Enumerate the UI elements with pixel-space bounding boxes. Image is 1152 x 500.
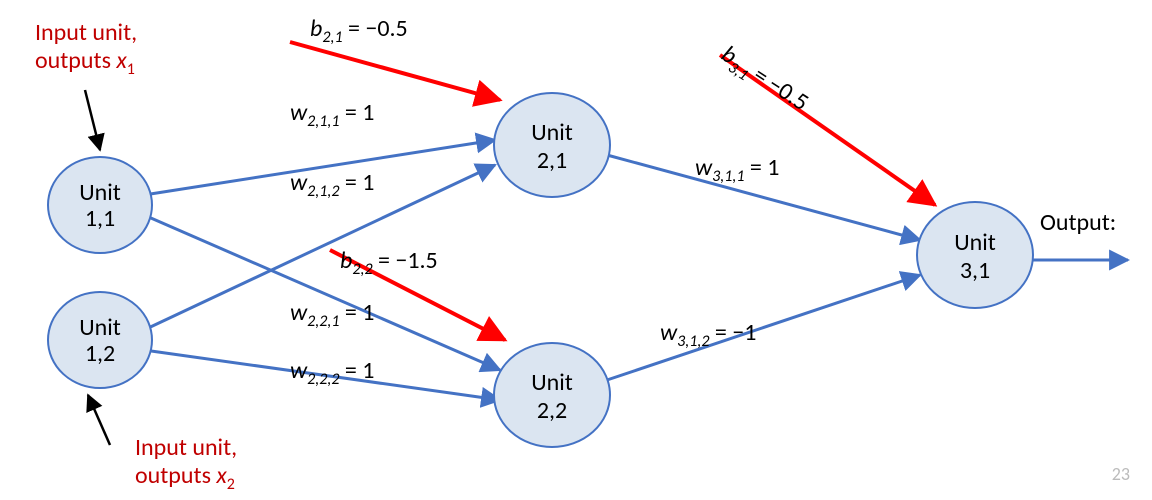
label-b22: b2,2 = −1.5: [340, 246, 438, 279]
node-u21: Unit 2,1: [494, 93, 610, 197]
svg-text:3,1: 3,1: [960, 256, 990, 285]
label-w212: w2,1,2 = 1: [290, 168, 374, 201]
node-u31: Unit 3,1: [917, 202, 1033, 308]
label-b21: b2,1 = −0.5: [310, 14, 408, 47]
svg-text:Unit: Unit: [79, 178, 121, 207]
label-b31: b3,1 = −0.5: [714, 40, 814, 121]
page-number: 23: [1112, 463, 1130, 485]
node-u22: Unit 2,2: [494, 343, 610, 447]
svg-text:Unit: Unit: [954, 228, 996, 257]
edge-b21: [290, 42, 500, 100]
label-w211: w2,1,1 = 1: [290, 98, 374, 131]
edge-note-in1: [85, 90, 100, 150]
svg-text:1,1: 1,1: [85, 204, 115, 233]
label-w221: w2,2,1 = 1: [290, 298, 374, 331]
label-output: Output:: [1040, 208, 1116, 237]
label-w311: w3,1,1 = 1: [695, 153, 779, 186]
edge-w221: [144, 215, 500, 370]
edge-note-in2: [88, 395, 110, 445]
node-u11: Unit 1,1: [48, 157, 152, 253]
svg-text:Unit: Unit: [531, 368, 573, 397]
svg-text:Unit: Unit: [79, 313, 121, 342]
svg-text:1,2: 1,2: [85, 339, 115, 368]
note-input1: Input unit, outputs x1: [35, 18, 143, 79]
svg-text:2,2: 2,2: [537, 396, 567, 425]
svg-text:Unit: Unit: [531, 118, 573, 147]
node-u12: Unit 1,2: [48, 292, 152, 388]
label-w222: w2,2,2 = 1: [290, 356, 374, 389]
neural-net-diagram: Unit 1,1 Unit 1,2 Unit 2,1 Unit 2,2 Unit…: [0, 0, 1152, 500]
label-w312: w3,1,2 = −1: [660, 318, 756, 351]
edge-w312: [607, 275, 920, 380]
note-input2: Input unit, outputs x2: [135, 433, 243, 494]
svg-text:2,1: 2,1: [537, 146, 567, 175]
